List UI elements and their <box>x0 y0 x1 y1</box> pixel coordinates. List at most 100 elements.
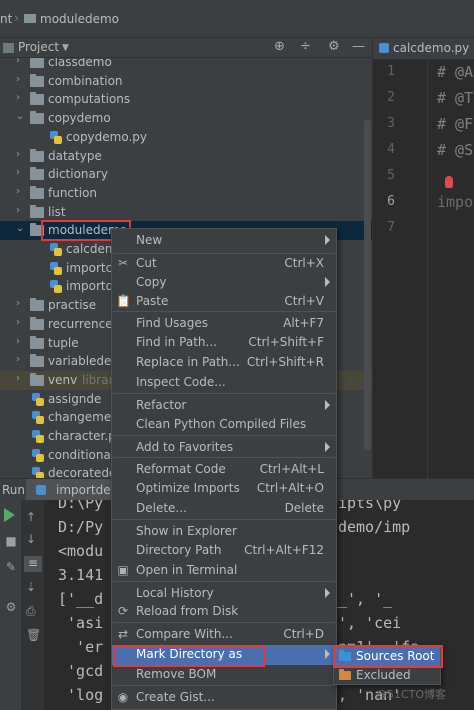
folder-icon <box>30 148 44 162</box>
chevron-right-icon[interactable]: › <box>16 74 20 85</box>
menu-icon: ▣ <box>117 563 129 577</box>
menu-item-find-in-path[interactable]: Find in Path... Ctrl+Shift+F <box>112 333 336 353</box>
folder-icon <box>30 316 44 330</box>
menu-item-shortcut: Ctrl+Shift+F <box>248 335 324 349</box>
chevron-right-icon[interactable]: › <box>16 167 20 178</box>
menu-item-cut[interactable]: ✂ Cut Ctrl+X <box>112 254 336 274</box>
chevron-right-icon[interactable]: › <box>16 373 20 384</box>
stop-icon[interactable]: ■ <box>4 534 18 548</box>
menu-item-copy[interactable]: Copy <box>112 273 336 293</box>
tree-folder-dictionary[interactable]: › dictionary <box>0 165 372 184</box>
tree-folder-computations[interactable]: › computations <box>0 90 372 109</box>
chevron-right-icon[interactable]: › <box>16 336 20 347</box>
chevron-right-icon[interactable]: › <box>16 354 20 365</box>
menu-item-local-history[interactable]: Local History <box>112 584 336 604</box>
tree-folder-function[interactable]: › function <box>0 184 372 203</box>
up-icon[interactable]: ↑ <box>26 510 36 524</box>
submenu-arrow-icon <box>325 400 330 410</box>
console-line: <modu <box>58 542 104 560</box>
menu-item-compare-with[interactable]: ⇄ Compare With... Ctrl+D <box>112 625 336 645</box>
chevron-down-icon[interactable]: ⌄ <box>16 111 24 122</box>
menu-item-optimize-imports[interactable]: Optimize Imports Ctrl+Alt+O <box>112 479 336 499</box>
scroll-end-icon[interactable]: ⇣ <box>26 580 36 594</box>
breadcrumb-root[interactable]: nt <box>0 12 12 26</box>
warning-bulb-icon[interactable] <box>445 176 453 188</box>
code-line[interactable]: # @F <box>437 115 473 133</box>
tree-folder-list[interactable]: › list <box>0 203 372 222</box>
tree-item-label: changemea <box>48 410 119 425</box>
menu-item-create-gist[interactable]: ◉ Create Gist... <box>112 688 336 708</box>
menu-item-reformat-code[interactable]: Reformat Code Ctrl+Alt+L <box>112 460 336 480</box>
menu-item-delete[interactable]: Delete... Delete <box>112 499 336 519</box>
chevron-down-icon[interactable]: ▼ <box>62 43 69 53</box>
tree-item-label: function <box>48 185 98 200</box>
tree-folder-combination[interactable]: › combination <box>0 72 372 91</box>
line-number: 6 <box>387 194 395 209</box>
tree-item-label: dictionary <box>48 167 108 182</box>
gear-icon[interactable]: ⚙ <box>328 39 340 54</box>
sources-root-highlight-box <box>333 645 443 668</box>
menu-icon: ✂ <box>117 256 129 270</box>
code-line[interactable]: # @S <box>437 141 473 159</box>
chevron-right-icon[interactable]: › <box>16 186 20 197</box>
folder-icon <box>30 354 44 368</box>
tree-folder-datatype[interactable]: › datatype <box>0 147 372 166</box>
menu-item-label: Cut <box>136 256 157 270</box>
menu-item-find-usages[interactable]: Find Usages Alt+F7 <box>112 314 336 334</box>
menu-item-shortcut: Ctrl+Alt+O <box>256 481 324 495</box>
menu-item-remove-bom[interactable]: Remove BOM <box>112 665 336 685</box>
tree-folder-classdemo[interactable]: › classdemo <box>0 58 372 72</box>
trash-icon[interactable]: 🗑 <box>26 628 41 642</box>
python-file-icon <box>50 130 62 144</box>
gutter-divider <box>427 60 428 480</box>
menu-item-add-to-favorites[interactable]: Add to Favorites <box>112 438 336 458</box>
menu-separator <box>113 622 335 623</box>
collapse-icon[interactable]: ÷ <box>300 39 311 54</box>
tab-calcdemo[interactable]: calcdemo.py <box>379 41 469 55</box>
menu-item-reload-from-disk[interactable]: ⟳ Reload from Disk <box>112 602 336 622</box>
chevron-down-icon[interactable]: ⌄ <box>16 223 24 234</box>
menu-item-paste[interactable]: 📋 Paste Ctrl+V <box>112 292 336 312</box>
chevron-right-icon[interactable]: › <box>16 92 20 103</box>
submenu-item-excluded[interactable]: Excluded <box>334 666 440 685</box>
chevron-right-icon[interactable]: › <box>16 317 20 328</box>
menu-icon: ⟳ <box>117 604 129 618</box>
code-line[interactable]: # @A <box>437 63 473 81</box>
menu-item-directory-path[interactable]: Directory Path Ctrl+Alt+F12 <box>112 541 336 561</box>
menu-item-show-in-explorer[interactable]: Show in Explorer <box>112 522 336 542</box>
chevron-right-icon[interactable]: › <box>16 298 20 309</box>
menu-item-new[interactable]: New <box>112 231 336 251</box>
pin-icon[interactable]: ✎ <box>4 560 18 574</box>
menu-item-clean-python-compiled-files[interactable]: Clean Python Compiled Files <box>112 415 336 435</box>
code-line[interactable]: impo <box>437 193 473 211</box>
chevron-right-icon: › <box>14 11 19 25</box>
menu-icon: ◉ <box>117 690 129 704</box>
wrap-icon[interactable]: ≡ <box>24 556 42 572</box>
chevron-right-icon[interactable]: › <box>16 149 20 160</box>
tree-item-label: classdemo <box>48 58 112 69</box>
hide-icon[interactable]: — <box>352 39 365 54</box>
breadcrumb-project[interactable]: moduledemo <box>40 12 119 26</box>
menu-item-refactor[interactable]: Refactor <box>112 396 336 416</box>
print-icon[interactable]: ⎙ <box>26 604 36 619</box>
down-icon[interactable]: ↓ <box>26 532 36 546</box>
code-editor[interactable]: 1 # @A 2 # @T 3 # @F 4 # @S 5 6 impo 7 <box>372 60 474 480</box>
code-line[interactable]: # @T <box>437 89 473 107</box>
locate-icon[interactable]: ⊕ <box>274 39 285 54</box>
tree-folder-copydemo[interactable]: ⌄ copydemo <box>0 109 372 128</box>
tree-scrollbar[interactable] <box>364 120 371 450</box>
tree-item-label: copydemo.py <box>66 129 148 144</box>
rerun-icon[interactable] <box>4 508 15 522</box>
submenu-arrow-icon <box>325 442 330 452</box>
chevron-right-icon[interactable]: › <box>16 58 20 66</box>
menu-item-label: Create Gist... <box>136 690 215 704</box>
settings-icon[interactable]: ⚙ <box>4 600 18 614</box>
chevron-right-icon[interactable]: › <box>16 205 20 216</box>
menu-item-label: Reformat Code <box>136 462 226 476</box>
tree-file-copydemo.py[interactable]: copydemo.py <box>0 128 372 147</box>
project-panel-title[interactable]: Project <box>18 40 59 54</box>
menu-item-label: Remove BOM <box>136 667 217 681</box>
menu-item-open-in-terminal[interactable]: ▣ Open in Terminal <box>112 561 336 581</box>
menu-item-inspect-code[interactable]: Inspect Code... <box>112 373 336 393</box>
menu-item-replace-in-path[interactable]: Replace in Path... Ctrl+Shift+R <box>112 353 336 373</box>
